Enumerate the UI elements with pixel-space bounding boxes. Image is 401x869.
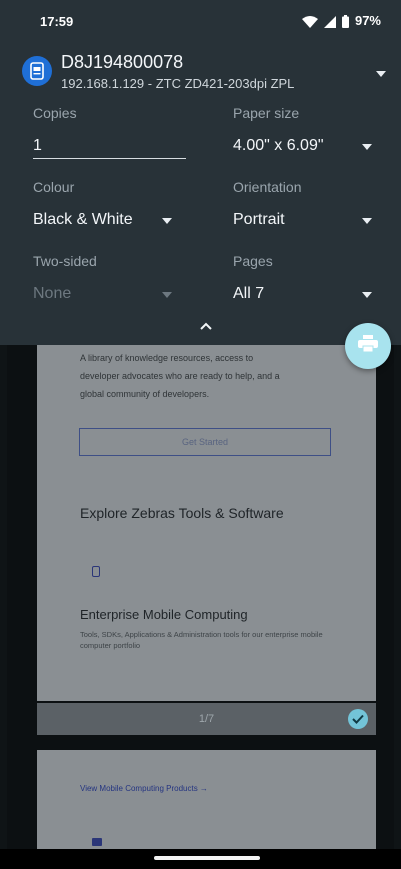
- copies-input[interactable]: 1: [33, 137, 42, 155]
- paper-size-dropdown-icon[interactable]: [362, 144, 372, 150]
- pages-dropdown-icon[interactable]: [362, 292, 372, 298]
- page-footer: 1/7: [37, 703, 376, 735]
- colour-select[interactable]: Black & White: [33, 211, 133, 229]
- page-heading: Explore Zebras Tools & Software: [80, 505, 284, 521]
- battery-icon: [341, 13, 349, 29]
- print-preview[interactable]: A library of knowledge resources, access…: [7, 345, 394, 849]
- two-sided-label: Two-sided: [33, 253, 97, 269]
- colour-label: Colour: [33, 179, 75, 195]
- printer-name: D8J194800078: [61, 52, 184, 72]
- orientation-dropdown-icon[interactable]: [362, 218, 372, 224]
- copies-label: Copies: [33, 105, 77, 121]
- print-icon: [358, 334, 378, 358]
- page-intro-text: A library of knowledge resources, access…: [80, 353, 280, 399]
- check-icon[interactable]: [348, 709, 368, 729]
- print-options-panel: D8J194800078 192.168.1.129 - ZTC ZD421-2…: [0, 42, 401, 345]
- get-started-button: Get Started: [79, 428, 331, 456]
- colour-dropdown-icon[interactable]: [162, 218, 172, 224]
- home-handle[interactable]: [154, 856, 260, 860]
- chevron-down-icon[interactable]: [376, 64, 386, 82]
- page-description: Tools, SDKs, Applications & Administrati…: [80, 630, 323, 650]
- signal-icon: [323, 13, 336, 28]
- printer-details: 192.168.1.129 - ZTC ZD421-203dpi ZPL: [61, 76, 295, 91]
- battery-percent: 97%: [354, 13, 381, 29]
- print-button[interactable]: [345, 323, 391, 369]
- orientation-select[interactable]: Portrait: [233, 211, 285, 229]
- page-subheading: Enterprise Mobile Computing: [80, 607, 248, 622]
- copies-underline: [33, 158, 186, 159]
- printer-selector[interactable]: D8J194800078 192.168.1.129 - ZTC ZD421-2…: [0, 42, 401, 98]
- paper-size-label: Paper size: [233, 105, 300, 121]
- page-link: View Mobile Computing Products →: [80, 784, 208, 793]
- status-icons: 97%: [301, 13, 381, 29]
- orientation-label: Orientation: [233, 179, 302, 195]
- printer-icon: [22, 56, 52, 86]
- paper-size-select[interactable]: 4.00" x 6.09": [233, 137, 324, 155]
- status-bar: 17:59 97%: [0, 0, 401, 42]
- preview-page-2[interactable]: View Mobile Computing Products →: [37, 750, 376, 849]
- navigation-bar: [0, 849, 401, 869]
- printer-small-icon: [92, 838, 102, 846]
- two-sided-dropdown-icon: [162, 292, 172, 298]
- pages-select[interactable]: All 7: [233, 285, 264, 303]
- two-sided-select: None: [33, 285, 72, 302]
- preview-page-1[interactable]: A library of knowledge resources, access…: [37, 345, 376, 701]
- status-time: 17:59: [40, 14, 74, 29]
- page-indicator: 1/7: [198, 713, 215, 725]
- chevron-up-icon[interactable]: [196, 320, 216, 334]
- pages-label: Pages: [233, 253, 273, 269]
- wifi-icon: [301, 13, 318, 28]
- mobile-device-icon: [92, 566, 100, 577]
